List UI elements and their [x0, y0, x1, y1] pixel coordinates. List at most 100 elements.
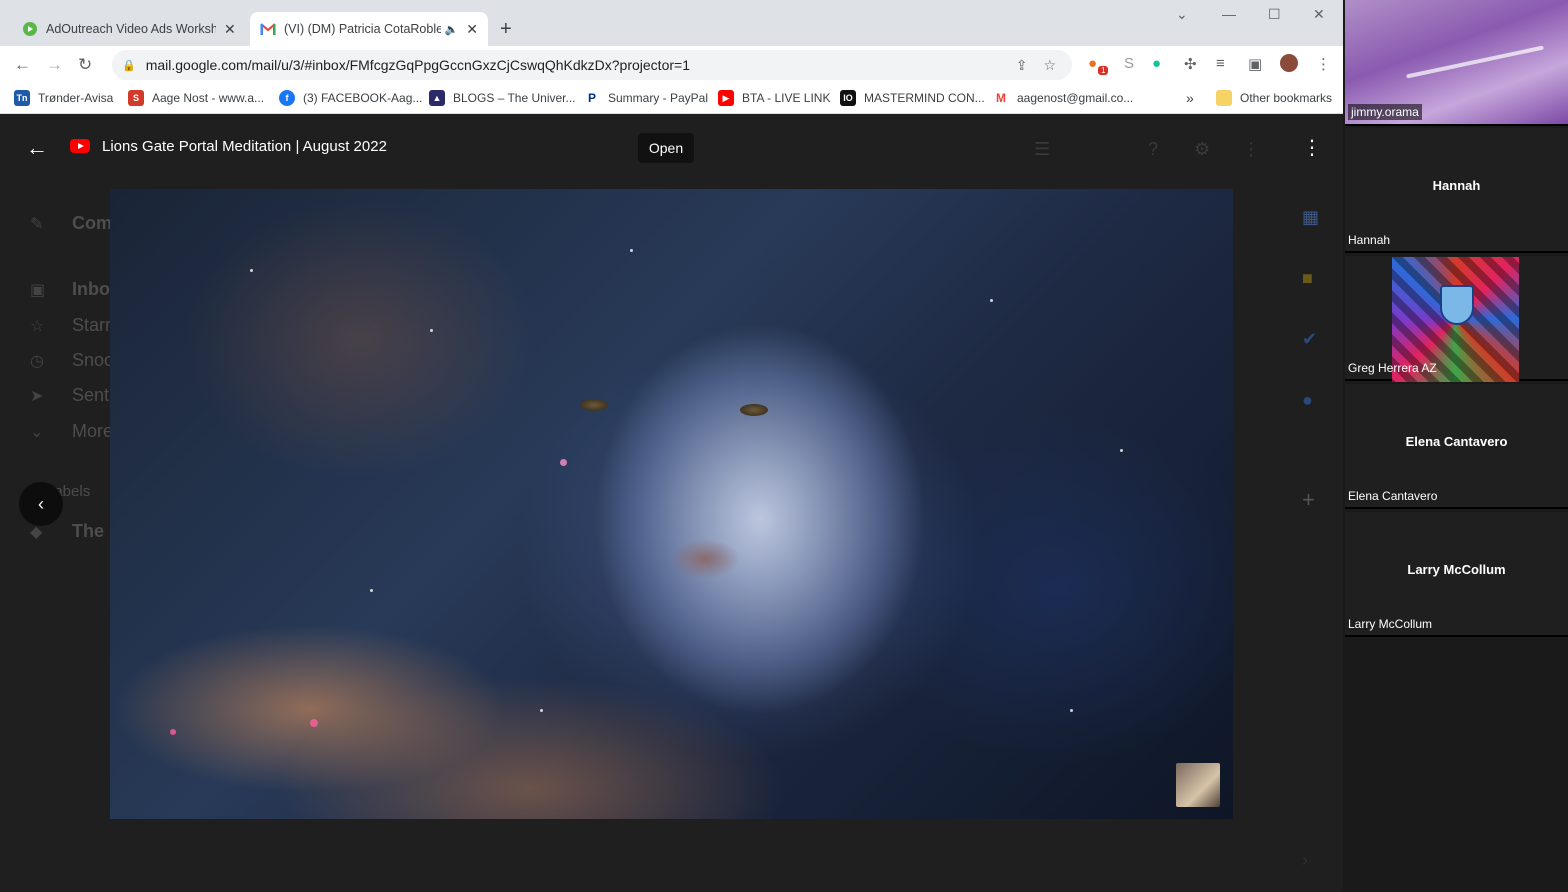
participant-display-name: Elena Cantavero — [1405, 434, 1508, 449]
address-bar[interactable]: 🔒 mail.google.com/mail/u/3/#inbox/FMfcgz… — [112, 50, 1072, 80]
star-sparkle — [1070, 709, 1073, 712]
inbox-icon: ▣ — [30, 281, 46, 299]
url-text: mail.google.com/mail/u/3/#inbox/FMfcgzGq… — [145, 57, 690, 73]
star-sparkle — [430, 329, 433, 332]
participant-name: Greg Herrera AZ — [1348, 361, 1437, 375]
video-preview[interactable] — [110, 189, 1233, 819]
bookmark-favicon-icon: S — [128, 90, 144, 106]
video-thumbnail — [1176, 763, 1220, 807]
open-button[interactable]: Open — [638, 133, 694, 163]
close-icon[interactable]: ✕ — [466, 21, 478, 38]
contacts-icon: ● — [1302, 390, 1313, 410]
lock-icon: 🔒 — [122, 59, 136, 72]
pencil-icon: ✎ — [30, 215, 44, 233]
lion-eye — [580, 399, 608, 411]
star-sparkle — [560, 459, 567, 466]
bookmark-favicon-icon: IO — [840, 90, 856, 106]
grammarly-icon[interactable]: ● — [1152, 55, 1161, 72]
camera-video — [1406, 45, 1544, 79]
bookmark-item[interactable]: ▲ BLOGS – The Univer... — [429, 90, 576, 106]
more-options-icon[interactable]: ⋮ — [1302, 135, 1322, 160]
share-icon[interactable]: ⇪ — [1016, 57, 1028, 74]
participant-display-name: Larry McCollum — [1407, 562, 1506, 577]
star-sparkle — [310, 719, 318, 727]
bookmark-item[interactable]: f (3) FACEBOOK-Aag... — [279, 90, 422, 106]
bookmark-item[interactable]: Maagenost@gmail.co... — [993, 90, 1133, 106]
speaker-icon[interactable]: 🔈 — [445, 23, 459, 36]
participant-name: Hannah — [1348, 233, 1391, 247]
minimize-button[interactable]: — — [1222, 6, 1236, 22]
help-icon: ? — [1148, 139, 1159, 159]
gmail-icon: M — [993, 90, 1009, 106]
viewer-title: Lions Gate Portal Meditation | August 20… — [102, 138, 387, 155]
attachment-viewer-bar: ← Lions Gate Portal Meditation | August … — [0, 115, 1343, 179]
profile-avatar[interactable] — [1280, 54, 1298, 72]
add-icon: + — [1302, 487, 1315, 512]
clock-icon: ◷ — [30, 352, 44, 370]
bookmark-item[interactable]: IO MASTERMIND CON... — [840, 90, 985, 106]
maximize-button[interactable]: ☐ — [1268, 6, 1281, 23]
bookmark-item[interactable]: S Aage Nost - www.a... — [128, 90, 264, 106]
bookmark-item[interactable]: Tn Trønder-Avisa — [14, 90, 113, 106]
back-arrow-icon[interactable]: ← — [26, 135, 48, 161]
shield-icon — [1440, 285, 1474, 325]
s-extension-icon[interactable]: S — [1124, 55, 1134, 72]
back-button[interactable]: ← — [14, 55, 31, 75]
inbox-item: ▣ Inbo — [30, 279, 110, 299]
tab-adoutreach[interactable]: AdOutreach Video Ads Worksho ✕ — [12, 12, 246, 46]
participants-panel: jimmy.orama Hannah Hannah Greg Herrera A… — [1343, 0, 1568, 892]
lion-nose — [670, 539, 740, 579]
close-window-button[interactable]: ✕ — [1313, 6, 1325, 23]
lion-eye — [740, 404, 768, 416]
sent-item: ➤ Sent — [30, 385, 110, 405]
folder-icon — [1216, 90, 1232, 106]
tab-strip: AdOutreach Video Ads Worksho ✕ (VI) (DM)… — [0, 0, 1343, 46]
side-panel-icon[interactable]: ▣ — [1248, 55, 1262, 73]
browser-toolbar: ← → ↻ 🔒 mail.google.com/mail/u/3/#inbox/… — [0, 46, 1343, 84]
keep-icon: ■ — [1302, 268, 1313, 288]
puzzle-icon[interactable]: ✣ — [1184, 55, 1197, 73]
star-sparkle — [540, 709, 543, 712]
previous-button[interactable]: ‹ — [19, 482, 63, 526]
close-icon[interactable]: ✕ — [224, 21, 236, 38]
participant-name: jimmy.orama — [1348, 104, 1422, 120]
new-tab-button[interactable]: + — [500, 18, 512, 41]
screen: AdOutreach Video Ads Worksho ✕ (VI) (DM)… — [0, 0, 1568, 892]
participant-tile[interactable]: Larry McCollum Larry McCollum — [1345, 512, 1568, 637]
star-icon: ☆ — [30, 317, 45, 335]
tab-search-icon[interactable]: ⌄ — [1176, 6, 1188, 23]
browser-window: AdOutreach Video Ads Worksho ✕ (VI) (DM)… — [0, 0, 1343, 892]
participant-tile[interactable]: Hannah Hannah — [1345, 128, 1568, 253]
bookmarks-overflow-button[interactable]: » — [1186, 90, 1194, 106]
other-bookmarks[interactable]: Other bookmarks — [1216, 90, 1332, 106]
star-icon[interactable]: ☆ — [1043, 57, 1056, 74]
star-sparkle — [170, 729, 176, 735]
participant-tile[interactable]: jimmy.orama — [1345, 0, 1568, 126]
bookmark-item[interactable]: P Summary - PayPal — [584, 90, 708, 106]
star-sparkle — [630, 249, 633, 252]
participant-name: Larry McCollum — [1348, 617, 1433, 631]
star-sparkle — [1120, 449, 1123, 452]
participant-display-name: Hannah — [1432, 178, 1481, 193]
filter-icon: ☰ — [1034, 139, 1051, 159]
youtube-icon: ▶ — [718, 90, 734, 106]
participant-tile[interactable]: Greg Herrera AZ — [1345, 256, 1568, 382]
star-sparkle — [370, 589, 373, 592]
gmail-page: ✎ Com ▣ Inbo ☆ Starr ◷ Snoo ➤ Sent ⌄ More Labe… — [0, 115, 1343, 892]
bookmark-favicon-icon: Tn — [14, 90, 30, 106]
bookmark-item[interactable]: ▶ BTA - LIVE LINK — [718, 90, 830, 106]
forward-button[interactable]: → — [46, 55, 63, 75]
media-control-icon[interactable]: ≡ — [1216, 55, 1225, 72]
star-sparkle — [990, 299, 993, 302]
participant-name: Elena Cantavero — [1348, 489, 1438, 503]
youtube-icon — [70, 139, 90, 153]
tab-gmail[interactable]: (VI) (DM) Patricia CotaRoble 🔈 ✕ — [250, 12, 488, 46]
reload-button[interactable]: ↻ — [78, 55, 92, 75]
apps-icon: ⋮ — [1242, 139, 1260, 159]
extension-icon[interactable]: ● — [1088, 55, 1097, 72]
facebook-icon: f — [279, 90, 295, 106]
menu-icon[interactable]: ⋮ — [1316, 55, 1331, 73]
settings-icon: ⚙ — [1194, 139, 1211, 159]
participant-tile[interactable]: Elena Cantavero Elena Cantavero — [1345, 384, 1568, 509]
calendar-icon: ▦ — [1302, 207, 1320, 227]
